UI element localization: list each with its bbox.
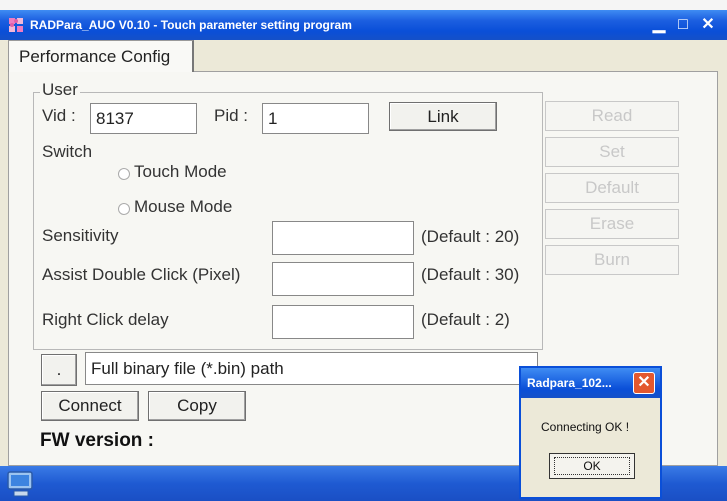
- erase-button[interactable]: Erase: [545, 209, 679, 239]
- assist-double-click-default: (Default : 30): [421, 265, 520, 284]
- connecting-dialog: Radpara_102... ✕ Connecting OK ! OK: [519, 366, 662, 499]
- maximize-button[interactable]: □: [672, 14, 694, 36]
- link-button[interactable]: Link: [389, 102, 497, 131]
- right-click-delay-label: Right Click delay: [42, 310, 169, 329]
- assist-double-click-label: Assist Double Click (Pixel): [42, 265, 241, 284]
- switch-label: Switch: [42, 142, 93, 161]
- assist-double-click-input[interactable]: [272, 262, 414, 296]
- fw-version-label: FW version :: [40, 430, 155, 451]
- tab-performance-config[interactable]: Performance Config: [8, 40, 194, 72]
- mouse-mode-label[interactable]: Mouse Mode: [134, 197, 232, 217]
- sensitivity-label: Sensitivity: [42, 226, 119, 245]
- burn-button[interactable]: Burn: [545, 245, 679, 275]
- pid-input[interactable]: [262, 103, 369, 134]
- copy-button[interactable]: Copy: [148, 391, 246, 421]
- default-button[interactable]: Default: [545, 173, 679, 203]
- dialog-close-button[interactable]: ✕: [633, 372, 655, 394]
- touch-mode-label[interactable]: Touch Mode: [134, 162, 227, 182]
- computer-icon[interactable]: [4, 466, 38, 500]
- dialog-ok-button[interactable]: OK: [549, 453, 635, 479]
- pid-label: Pid :: [214, 106, 249, 125]
- right-click-delay-default: (Default : 2): [421, 310, 510, 329]
- dialog-title-bar[interactable]: Radpara_102... ✕: [521, 368, 660, 398]
- focus-outline: [554, 457, 630, 475]
- app-puzzle-icon: [9, 18, 23, 32]
- connect-button[interactable]: Connect: [41, 391, 139, 421]
- minimize-button[interactable]: ▁: [648, 14, 670, 36]
- vid-label: Vid :: [42, 106, 76, 125]
- user-group-legend: User: [40, 80, 80, 100]
- top-strip: [0, 0, 727, 10]
- vid-input[interactable]: [90, 103, 197, 134]
- set-button[interactable]: Set: [545, 137, 679, 167]
- dialog-message: Connecting OK !: [541, 420, 630, 434]
- touch-mode-radio[interactable]: [118, 168, 130, 180]
- title-bar[interactable]: RADPara_AUO V0.10 - Touch parameter sett…: [0, 10, 727, 40]
- right-click-delay-input[interactable]: [272, 305, 414, 339]
- mouse-mode-radio[interactable]: [118, 203, 130, 215]
- sensitivity-input[interactable]: [272, 221, 414, 255]
- bin-path-input[interactable]: [85, 352, 538, 385]
- sensitivity-default: (Default : 20): [421, 227, 520, 246]
- close-button[interactable]: ✕: [697, 14, 719, 36]
- dialog-title: Radpara_102...: [527, 376, 612, 390]
- read-button[interactable]: Read: [545, 101, 679, 131]
- browse-button[interactable]: .: [41, 354, 77, 386]
- window-title: RADPara_AUO V0.10 - Touch parameter sett…: [30, 18, 352, 32]
